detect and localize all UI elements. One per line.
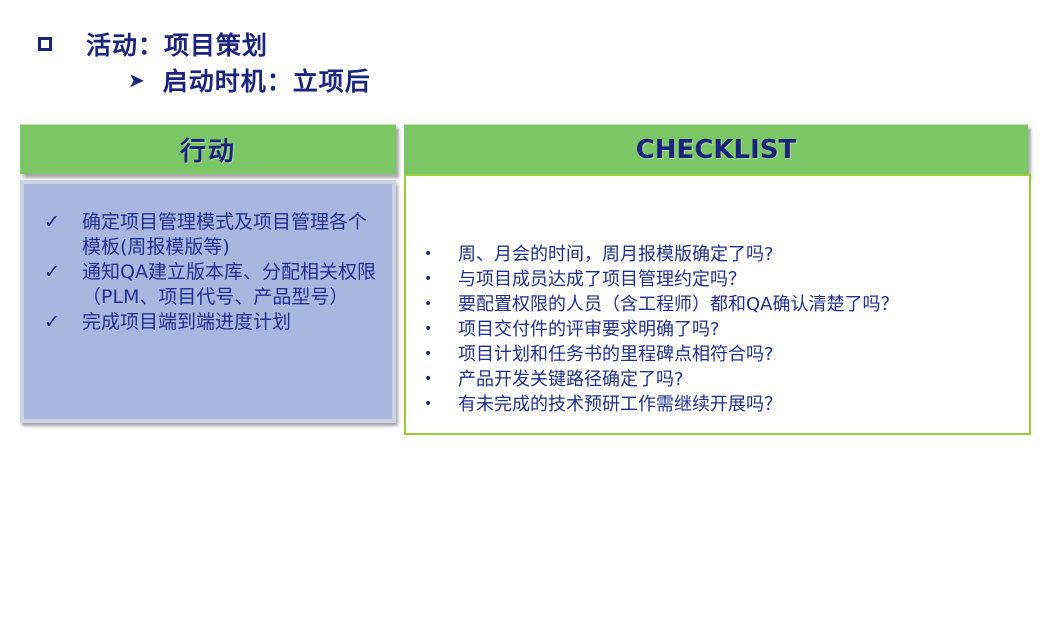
action-item-text: 通知QA建立版本库、分配相关权限（PLM、项目代号、产品型号） xyxy=(82,261,376,308)
checklist-item-text: 产品开发关键路径确定了吗? xyxy=(458,369,684,390)
checklist-item: • 有未完成的技术预研工作需继续开展吗？ xyxy=(424,392,1014,417)
action-header-label: 行动 xyxy=(179,137,236,167)
checkmark-icon: ✓ xyxy=(44,311,60,333)
dot-bullet-icon: • xyxy=(424,346,433,362)
checklist-panel: • 周、月会的时间，周月报模版确定了吗? • 与项目成员达成了项目管理约定吗？ … xyxy=(404,174,1031,435)
checklist-item: • 项目计划和任务书的里程碑点相符合吗? xyxy=(424,342,1014,367)
action-item: ✓ 确定项目管理模式及项目管理各个模板(周报模版等) xyxy=(44,210,384,260)
dot-bullet-icon: • xyxy=(424,271,433,287)
checklist-item-text: 与项目成员达成了项目管理约定吗？ xyxy=(458,269,746,290)
dot-bullet-icon: • xyxy=(424,321,433,337)
title-row: 活动：项目策划 xyxy=(38,26,268,62)
arrow-bullet-icon: ➤ xyxy=(128,68,145,92)
dot-bullet-icon: • xyxy=(424,371,433,387)
square-bullet-icon xyxy=(38,37,52,51)
checklist-item: • 产品开发关键路径确定了吗? xyxy=(424,367,1014,392)
checkmark-icon: ✓ xyxy=(44,261,60,283)
checklist-item-text: 有未完成的技术预研工作需继续开展吗？ xyxy=(458,394,782,415)
page-title: 活动：项目策划 xyxy=(86,31,269,60)
action-item-text: 完成项目端到端进度计划 xyxy=(82,311,292,333)
checklist-item-text: 项目计划和任务书的里程碑点相符合吗? xyxy=(458,344,774,365)
checklist-item-text: 项目交付件的评审要求明确了吗? xyxy=(458,319,720,340)
checklist-item: • 周、月会的时间，周月报模版确定了吗? xyxy=(424,242,1014,267)
checklist-item: • 与项目成员达成了项目管理约定吗？ xyxy=(424,267,1014,292)
checklist-header: CHECKLIST xyxy=(404,124,1028,174)
action-panel: ✓ 确定项目管理模式及项目管理各个模板(周报模版等) ✓ 通知QA建立版本库、分… xyxy=(20,180,396,423)
action-list: ✓ 确定项目管理模式及项目管理各个模板(周报模版等) ✓ 通知QA建立版本库、分… xyxy=(44,210,384,335)
checkmark-icon: ✓ xyxy=(44,211,60,233)
dot-bullet-icon: • xyxy=(424,396,433,412)
action-item-text: 确定项目管理模式及项目管理各个模板(周报模版等) xyxy=(82,211,368,258)
checklist-list: • 周、月会的时间，周月报模版确定了吗? • 与项目成员达成了项目管理约定吗？ … xyxy=(424,242,1014,417)
checklist-item: • 要配置权限的人员（含工程师）都和QA确认清楚了吗？ xyxy=(424,292,1014,317)
action-item: ✓ 完成项目端到端进度计划 xyxy=(44,310,384,335)
checklist-item-text: 周、月会的时间，周月报模版确定了吗? xyxy=(458,244,774,265)
action-header: 行动 xyxy=(20,124,396,174)
subtitle-row: ➤ 启动时机：立项后 xyxy=(128,62,371,98)
dot-bullet-icon: • xyxy=(424,246,433,262)
dot-bullet-icon: • xyxy=(424,296,433,312)
checklist-header-label: CHECKLIST xyxy=(635,134,797,165)
action-item: ✓ 通知QA建立版本库、分配相关权限（PLM、项目代号、产品型号） xyxy=(44,260,384,310)
page-subtitle: 启动时机：立项后 xyxy=(162,67,371,96)
checklist-item-text: 要配置权限的人员（含工程师）都和QA确认清楚了吗？ xyxy=(458,294,899,315)
checklist-item: • 项目交付件的评审要求明确了吗? xyxy=(424,317,1014,342)
